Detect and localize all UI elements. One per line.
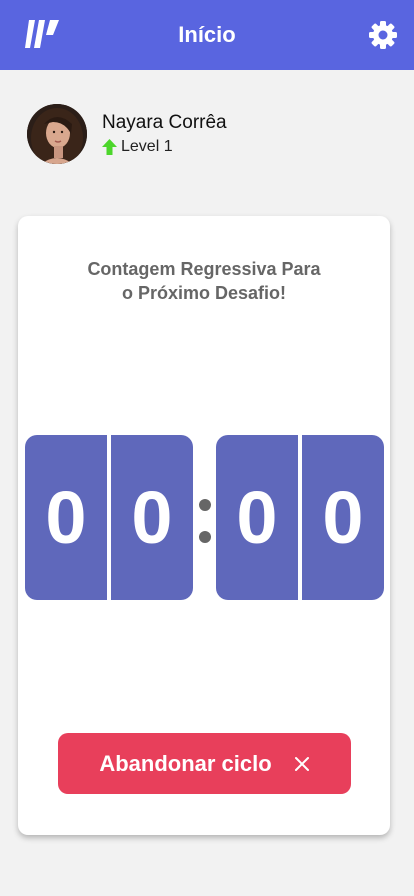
second-digit-left: 0 bbox=[216, 435, 298, 600]
countdown-timer: 0 0 0 0 bbox=[25, 435, 384, 600]
abandon-cycle-label: Abandonar ciclo bbox=[99, 750, 272, 776]
profile-info: Nayara Corrêa Level 1 bbox=[102, 112, 227, 157]
close-icon bbox=[294, 756, 309, 771]
logo-icon[interactable] bbox=[25, 20, 59, 48]
arrow-up-icon bbox=[102, 139, 117, 156]
app-header: Início bbox=[0, 0, 414, 70]
second-digit-right: 0 bbox=[302, 435, 384, 600]
abandon-cycle-button[interactable]: Abandonar ciclo bbox=[58, 733, 351, 794]
avatar[interactable] bbox=[27, 104, 87, 164]
countdown-title: Contagem Regressiva Para o Próximo Desaf… bbox=[18, 257, 390, 305]
countdown-title-line2: o Próximo Desafio! bbox=[121, 283, 287, 303]
minutes-display: 0 0 bbox=[25, 435, 193, 600]
page-title: Início bbox=[178, 22, 236, 47]
colon-dot-bottom bbox=[199, 531, 211, 543]
minute-digit-right: 0 bbox=[111, 435, 193, 600]
countdown-title-line1: Contagem Regressiva Para bbox=[87, 259, 321, 279]
user-profile: Nayara Corrêa Level 1 bbox=[27, 104, 227, 164]
seconds-display: 0 0 bbox=[216, 435, 384, 600]
user-level: Level 1 bbox=[102, 138, 227, 156]
level-label: Level 1 bbox=[121, 138, 173, 156]
gear-icon[interactable] bbox=[368, 20, 398, 50]
time-colon bbox=[199, 499, 211, 543]
user-name: Nayara Corrêa bbox=[102, 111, 227, 133]
countdown-card: Contagem Regressiva Para o Próximo Desaf… bbox=[18, 216, 390, 835]
minute-digit-left: 0 bbox=[25, 435, 107, 600]
colon-dot-top bbox=[199, 499, 211, 511]
